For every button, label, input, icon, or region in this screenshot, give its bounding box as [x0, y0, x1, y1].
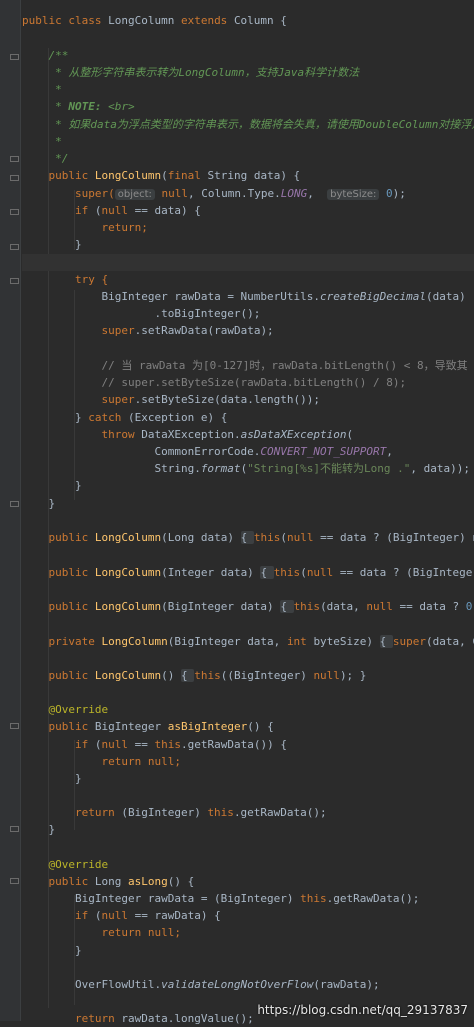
code-line: super.setRawData(rawData); — [101, 324, 274, 337]
code-line: BigInteger rawData = NumberUtils.createB… — [101, 290, 466, 303]
code-line: // super.setByteSize(rawData.bitLength()… — [101, 376, 407, 389]
code-line: public BigInteger asBigInteger() { — [48, 720, 274, 733]
code-line: return; — [101, 221, 148, 234]
fold-marker-icon[interactable] — [10, 54, 19, 60]
code-line: BigInteger rawData = (BigInteger) this.g… — [74, 892, 420, 905]
code-line: public class LongColumn extends Column { — [22, 14, 287, 27]
fold-marker-icon[interactable] — [10, 209, 19, 215]
code-line: } catch (Exception e) { — [74, 411, 228, 424]
code-line: * 如果data为浮点类型的字符串表示，数据将会失真，请使用DoubleColu… — [48, 118, 474, 131]
editor-gutter — [0, 0, 21, 1021]
param-hint: byteSize: — [327, 189, 380, 200]
code-line: throw DataXException.asDataXException( — [101, 428, 354, 441]
code-line: CommonErrorCode.CONVERT_NOT_SUPPORT, — [154, 445, 393, 458]
fold-marker-icon[interactable] — [10, 878, 19, 884]
code-line: return (BigInteger) this.getRawData(); — [74, 806, 327, 819]
code-line: return null; — [101, 926, 181, 939]
code-line: * NOTE: <br> — [48, 100, 135, 113]
code-line: } — [74, 238, 82, 251]
code-line: return null; — [101, 755, 181, 768]
fold-marker-icon[interactable] — [10, 244, 19, 250]
param-hint: object: — [114, 189, 155, 200]
code-line: OverFlowUtil.validateLongNotOverFlow(raw… — [74, 978, 380, 991]
code-line: public LongColumn() { this((BigInteger) … — [48, 669, 367, 682]
code-line: } — [74, 944, 82, 957]
code-line: */ — [48, 152, 69, 165]
code-line: // 当 rawData 为[0-127]时，rawData.bitLength… — [101, 359, 474, 372]
fold-marker-icon[interactable] — [10, 501, 19, 507]
code-line: * — [48, 135, 62, 148]
code-line: public Long asLong() { — [48, 875, 195, 888]
code-line: @Override — [48, 703, 109, 716]
fold-marker-icon[interactable] — [10, 175, 19, 181]
code-line: public LongColumn(Long data) { this(null… — [48, 531, 474, 544]
code-line: public LongColumn(Integer data) { this(n… — [48, 566, 474, 579]
fold-marker-icon[interactable] — [10, 278, 19, 284]
current-line — [22, 254, 474, 271]
code-line: if (null == rawData) { — [74, 909, 221, 922]
code-line: /** — [48, 49, 69, 62]
code-line: public LongColumn(final String data) { — [48, 169, 301, 182]
code-line: super(object: null, Column.Type.LONG, by… — [74, 187, 406, 200]
fold-marker-icon[interactable] — [10, 826, 19, 832]
code-line: public LongColumn(BigInteger data) { thi… — [48, 600, 473, 613]
code-line: .toBigInteger(); — [154, 307, 261, 320]
code-line: } — [48, 497, 56, 510]
code-line: if (null == this.getRawData()) { — [74, 738, 287, 751]
code-line: * 从整形字符串表示转为LongColumn，支持Java科学计数法 — [48, 66, 360, 79]
code-line: } — [48, 823, 56, 836]
code-line: } — [74, 479, 82, 492]
code-line: } — [74, 772, 82, 785]
fold-marker-icon[interactable] — [10, 156, 19, 162]
fold-marker-icon[interactable] — [10, 723, 19, 729]
code-line: @Override — [48, 858, 109, 871]
code-line: super.setByteSize(data.length()); — [101, 393, 321, 406]
code-line: * — [48, 83, 62, 96]
watermark: https://blog.csdn.net/qq_29137837 — [257, 1003, 468, 1017]
code-line: private LongColumn(BigInteger data, int … — [48, 635, 474, 648]
code-line: try { — [74, 273, 109, 286]
code-line: String.format("String[%s]不能转为Long .", da… — [154, 462, 471, 475]
code-line: if (null == data) { — [74, 204, 201, 217]
